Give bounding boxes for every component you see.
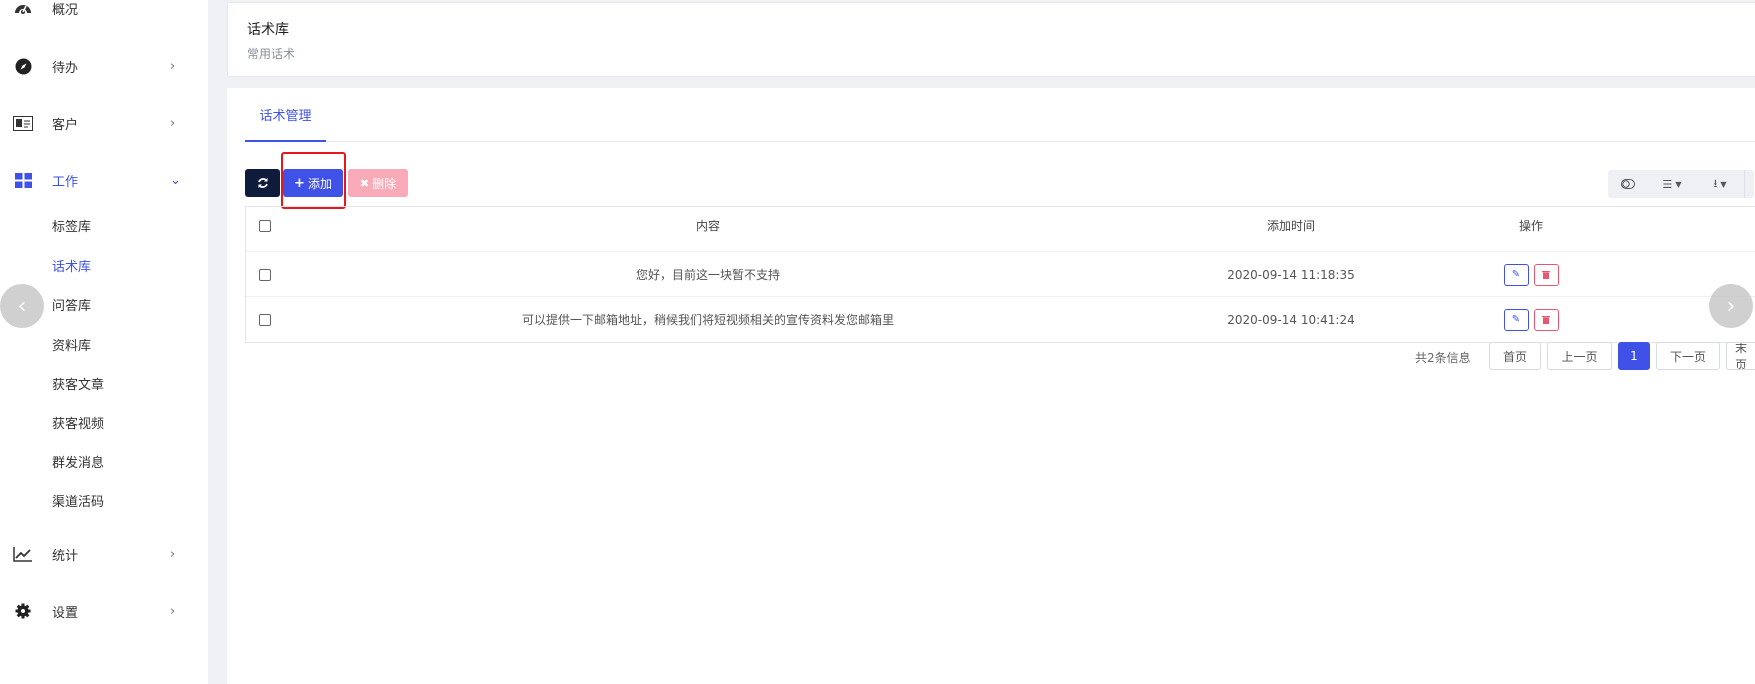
sub-item-articles[interactable]: 获客文章 bbox=[52, 374, 104, 393]
delete-label: 删除 bbox=[372, 176, 397, 191]
select-all-checkbox[interactable] bbox=[259, 219, 271, 232]
caret-down-icon: ▼ bbox=[1675, 179, 1682, 189]
sub-item-scripts[interactable]: 话术库 bbox=[52, 256, 91, 275]
column-header-actions: 操作 bbox=[1518, 219, 1543, 233]
chevron-left-icon: ‹ bbox=[17, 293, 27, 319]
nav-label: 客户 bbox=[52, 117, 79, 133]
delete-button[interactable]: ✖ 删除 bbox=[348, 169, 408, 197]
chevron-down-icon: ⌄ bbox=[170, 172, 181, 188]
trash-icon bbox=[1542, 271, 1550, 279]
chevron-right-icon: › bbox=[1726, 293, 1736, 319]
sub-item-materials[interactable]: 资料库 bbox=[52, 335, 91, 354]
pagination-info: 共2条信息 bbox=[1415, 351, 1471, 365]
nav-item-settings[interactable]: 设置 › bbox=[0, 591, 208, 631]
row-checkbox-cell bbox=[259, 252, 271, 297]
chevron-right-icon: › bbox=[170, 58, 176, 74]
sidebar: 概况 待办 › 客户 › 工作 ⌄ 标签库 话术库 问答库 资料库 获客文章 获… bbox=[0, 0, 208, 684]
export-button[interactable]: ⭳ ▼ bbox=[1696, 170, 1744, 198]
gear-icon bbox=[13, 601, 33, 621]
sub-item-videos[interactable]: 获客视频 bbox=[52, 413, 104, 432]
chevron-right-icon: › bbox=[170, 603, 176, 619]
nav-label: 概况 bbox=[52, 2, 79, 18]
row-checkbox[interactable] bbox=[259, 268, 271, 281]
nav-label: 设置 bbox=[52, 605, 79, 621]
edit-button[interactable]: ✎ bbox=[1503, 308, 1529, 331]
table-row: 您好，目前这一块暂不支持 2020-09-14 11:18:35 ✎ bbox=[246, 252, 1755, 297]
id-card-icon bbox=[13, 113, 33, 133]
row-content: 可以提供一下邮箱地址，稍候我们将短视频相关的宣传资料发您邮箱里 bbox=[521, 313, 894, 327]
tab-script-management[interactable]: 话术管理 bbox=[245, 88, 326, 142]
edit-button[interactable]: ✎ bbox=[1503, 263, 1529, 286]
toggle-view-button[interactable] bbox=[1608, 170, 1648, 198]
line-chart-icon bbox=[13, 544, 33, 564]
carousel-next-button[interactable]: › bbox=[1709, 284, 1753, 328]
page-1-button[interactable]: 1 bbox=[1618, 342, 1650, 370]
row-checkbox[interactable] bbox=[259, 313, 271, 326]
columns-button[interactable]: ☰ ▼ bbox=[1648, 170, 1696, 198]
row-time: 2020-09-14 10:41:24 bbox=[1227, 312, 1355, 327]
row-actions: ✎ bbox=[1486, 252, 1576, 297]
column-header-content[interactable]: 内容 bbox=[282, 203, 1134, 248]
nav-item-customers[interactable]: 客户 › bbox=[0, 103, 208, 143]
list-icon: ☰ bbox=[1662, 177, 1673, 191]
table-tools: ☰ ▼ ⭳ ▼ bbox=[1608, 170, 1754, 198]
row-checkbox-cell bbox=[259, 297, 271, 342]
page-title: 话术库 bbox=[247, 22, 289, 38]
nav-label: 统计 bbox=[52, 548, 79, 564]
table-header: 内容 添加时间 操作 bbox=[246, 207, 1755, 252]
main-panel: 话术管理 + 添加 ✖ 删除 ☰ ▼ ⭳ ▼ 内容 添加时间 操作 您好，目前这… bbox=[227, 88, 1755, 684]
carousel-prev-button[interactable]: ‹ bbox=[0, 284, 44, 328]
next-page-button[interactable]: 下一页 bbox=[1656, 342, 1720, 370]
plus-icon: + bbox=[294, 175, 305, 191]
last-page-button[interactable]: 末页 bbox=[1726, 342, 1755, 370]
page-header: 话术库 常用话术 bbox=[227, 2, 1755, 77]
nav-label: 工作 bbox=[52, 174, 79, 190]
grid-icon bbox=[13, 170, 33, 190]
sub-item-channel-code[interactable]: 渠道活码 bbox=[52, 491, 104, 510]
pencil-icon: ✎ bbox=[1511, 269, 1521, 280]
nav-item-stats[interactable]: 统计 › bbox=[0, 534, 208, 574]
row-delete-button[interactable] bbox=[1533, 308, 1559, 331]
row-content: 您好，目前这一块暂不支持 bbox=[635, 268, 780, 282]
select-all-checkbox-cell bbox=[259, 203, 271, 248]
row-actions: ✎ bbox=[1486, 297, 1576, 342]
row-delete-button[interactable] bbox=[1533, 263, 1559, 286]
page-subtitle: 常用话术 bbox=[247, 47, 296, 61]
close-icon: ✖ bbox=[359, 176, 370, 190]
toggle-icon bbox=[1621, 179, 1635, 189]
dashboard-icon bbox=[13, 0, 33, 18]
refresh-icon bbox=[257, 178, 268, 188]
nav-label: 待办 bbox=[52, 60, 79, 76]
chevron-right-icon: › bbox=[170, 546, 176, 562]
caret-down-icon: ▼ bbox=[1720, 179, 1727, 189]
refresh-button[interactable] bbox=[245, 169, 280, 197]
scripts-table: 内容 添加时间 操作 您好，目前这一块暂不支持 2020-09-14 11:18… bbox=[245, 206, 1755, 343]
first-page-button[interactable]: 首页 bbox=[1489, 342, 1541, 370]
trash-icon bbox=[1542, 316, 1550, 324]
nav-item-todo[interactable]: 待办 › bbox=[0, 46, 208, 86]
sub-item-tags[interactable]: 标签库 bbox=[52, 216, 91, 235]
chevron-right-icon: › bbox=[170, 115, 176, 131]
sub-item-qa[interactable]: 问答库 bbox=[52, 295, 91, 314]
column-header-time[interactable]: 添加时间 bbox=[1196, 203, 1386, 248]
download-icon: ⭳ bbox=[1713, 176, 1718, 190]
nav-item-overview[interactable]: 概况 bbox=[0, 0, 208, 28]
compass-icon bbox=[13, 56, 33, 76]
tab-bar: 话术管理 bbox=[245, 88, 1755, 142]
prev-page-button[interactable]: 上一页 bbox=[1547, 342, 1612, 370]
add-button[interactable]: + 添加 bbox=[283, 169, 343, 197]
nav-item-work[interactable]: 工作 ⌄ bbox=[0, 160, 208, 200]
add-label: 添加 bbox=[307, 176, 332, 191]
table-row: 可以提供一下邮箱地址，稍候我们将短视频相关的宣传资料发您邮箱里 2020-09-… bbox=[246, 297, 1755, 342]
row-time: 2020-09-14 11:18:35 bbox=[1227, 267, 1355, 282]
sub-item-mass-message[interactable]: 群发消息 bbox=[52, 452, 104, 471]
pencil-icon: ✎ bbox=[1511, 314, 1521, 325]
more-tools-button[interactable] bbox=[1744, 170, 1754, 198]
